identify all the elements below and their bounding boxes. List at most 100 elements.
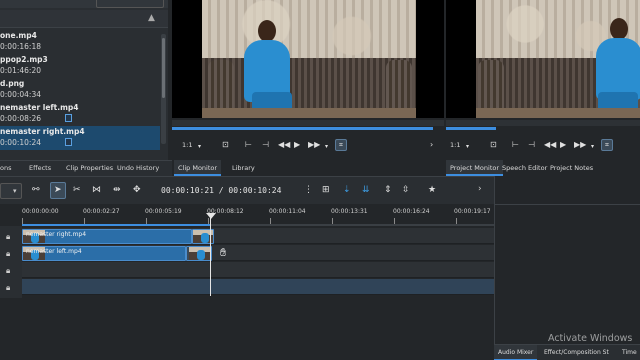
set-in-point-icon[interactable]: ⊢ (512, 140, 519, 150)
bin-search-field[interactable] (96, 0, 164, 8)
fast-forward-icon[interactable]: ▶▶ (574, 140, 586, 150)
lock-icon[interactable]: 🔒︎ (6, 266, 10, 276)
set-in-point-icon[interactable]: ⊢ (245, 140, 252, 150)
timeline-zone-bar[interactable] (22, 224, 210, 226)
chevron-down-icon[interactable]: ▾ (466, 142, 469, 152)
tab-speech-editor[interactable]: Speech Editor (498, 160, 551, 176)
lock-icon[interactable]: 🔒︎ (6, 249, 10, 259)
lock-icon[interactable]: 🔒︎ (6, 232, 10, 242)
timeline-clip-end-thumb[interactable] (186, 246, 212, 261)
tab-time-remap[interactable]: Time (618, 345, 640, 360)
bin-scrollbar-handle[interactable] (162, 38, 165, 98)
chevron-right-icon[interactable]: › (430, 140, 433, 150)
cursor-arrow-icon[interactable]: ➤ (54, 185, 62, 195)
clip-usage-icon (65, 138, 72, 146)
extract-icon[interactable]: ⇳ (402, 185, 410, 195)
bin-folder-header[interactable]: ▲ (0, 10, 168, 28)
chevron-right-icon[interactable]: › (478, 184, 482, 194)
tab-effects[interactable]: Effects (29, 164, 51, 172)
project-monitor-ruler[interactable] (446, 120, 640, 126)
slip-tool-icon[interactable]: ⇹ (113, 185, 121, 195)
timeline-menu-icon[interactable]: ⋮ (304, 185, 313, 195)
project-monitor-video[interactable] (476, 0, 640, 118)
ruler-label: 00:00:02:27 (83, 208, 120, 215)
favorite-star-icon[interactable]: ★ (428, 185, 436, 195)
chevron-down-icon[interactable]: ▾ (198, 142, 201, 152)
fit-frame-icon[interactable]: ⊡ (490, 140, 497, 150)
bin-item[interactable]: d.png 0:00:04:34 (0, 78, 160, 102)
razor-mode-icon[interactable]: ⚯ (32, 185, 40, 195)
ruler-label: 00:00:00:00 (22, 208, 59, 215)
tab-audio-mixer[interactable]: Audio Mixer (494, 345, 538, 360)
tab-clip-properties[interactable]: Clip Properties (66, 164, 113, 172)
tab-clip-monitor[interactable]: Clip Monitor (174, 160, 222, 176)
insert-clip-icon[interactable]: ⇣ (343, 185, 351, 195)
tab-library[interactable]: Library (228, 160, 259, 176)
tab-project-notes[interactable]: Project Notes (546, 160, 597, 176)
clip-label: nemaster right.mp4 (26, 231, 87, 238)
bin-item-name: nemaster right.mp4 (0, 127, 85, 136)
bin-item-name: d.png (0, 79, 25, 88)
track-a2-selected[interactable] (22, 279, 494, 295)
chevron-down-icon[interactable]: ▾ (325, 142, 328, 152)
tab-effect-composition-stack[interactable]: Effect/Composition St (540, 345, 613, 360)
clip-monitor-video[interactable] (202, 0, 416, 118)
track-a1[interactable] (22, 262, 494, 278)
zoom-select[interactable]: 1:1 (182, 141, 192, 149)
clip-monitor-controls: 1:1 ▾ ⊡ ⊢ ⊣ ◀◀ ▶ ▶▶ ▾ ⌗ › (172, 136, 444, 154)
ruler-label: 00:00:13:31 (331, 208, 368, 215)
lock-icon[interactable]: 🔒︎ (6, 283, 10, 293)
timeline-ruler[interactable]: 00:00:00:00 00:00:02:27 00:00:05:19 00:0… (22, 206, 494, 226)
clip-usage-icon (65, 114, 72, 122)
set-out-point-icon[interactable]: ⊣ (528, 140, 535, 150)
bin-item-name: nemaster left.mp4 (0, 103, 79, 112)
fit-frame-icon[interactable]: ⊡ (222, 140, 229, 150)
clip-monitor-tabs: Clip Monitor Library (172, 160, 444, 176)
bin-item[interactable]: nemaster left.mp4 0:00:08:26 (0, 102, 160, 126)
project-monitor-progress[interactable] (446, 127, 497, 130)
spacer-tool-icon[interactable]: ⋈ (92, 185, 101, 195)
razor-tool-icon[interactable]: ✂ (73, 185, 81, 195)
tab-transitions[interactable]: ons (0, 164, 11, 172)
overwrite-icon[interactable]: ⇊ (362, 185, 370, 195)
play-icon[interactable]: ▶ (294, 140, 300, 150)
fast-forward-icon[interactable]: ▶▶ (308, 140, 320, 150)
right-dock-tabs: Audio Mixer Effect/Composition St Time (494, 344, 640, 360)
playhead-handle[interactable] (206, 213, 216, 219)
right-dock-panel (494, 176, 640, 344)
chevron-down-icon[interactable]: ▾ (13, 187, 17, 195)
chevron-down-icon[interactable]: ▾ (591, 142, 594, 152)
timeline-playhead[interactable] (210, 218, 211, 296)
rewind-icon[interactable]: ◀◀ (278, 140, 290, 150)
project-monitor-tabs: Project Monitor Speech Editor Project No… (446, 160, 640, 176)
ruler-label: 00:00:05:19 (145, 208, 182, 215)
bin-item-selected[interactable]: nemaster right.mp4 0:00:10:24 (0, 126, 160, 150)
zoom-select[interactable]: 1:1 (450, 141, 460, 149)
timeline-toolbar: ▾ ⚯ ➤ ✂ ⋈ ⇹ ✥ 00:00:10:21 / 00:00:10:24 … (0, 176, 494, 204)
crop-icon[interactable]: ⌗ (335, 139, 347, 151)
timeline-timecode: 00:00:10:21 / 00:00:10:24 (161, 186, 282, 195)
tab-project-monitor[interactable]: Project Monitor (446, 160, 504, 176)
clip-monitor-ruler[interactable] (172, 120, 444, 126)
timeline-empty-area[interactable] (0, 298, 494, 360)
multicam-tool-icon[interactable]: ✥ (133, 185, 141, 195)
track-mode-dropdown[interactable]: ▾ (0, 183, 22, 199)
activate-windows-watermark: Activate Windows (548, 333, 633, 344)
bin-item[interactable]: one.mp4 0:00:16:18 (0, 30, 160, 54)
lift-icon[interactable]: ⇕ (384, 185, 392, 195)
collapse-arrow-icon[interactable]: ▲ (148, 13, 155, 23)
ruler-label: 00:00:19:17 (454, 208, 491, 215)
clip-label: nemaster left.mp4 (26, 248, 82, 255)
bin-item[interactable]: ppop2.mp3 0:01:46:20 (0, 54, 160, 78)
play-icon[interactable]: ▶ (560, 140, 566, 150)
bin-item-name: one.mp4 (0, 31, 37, 40)
fit-zoom-icon[interactable]: ⊞ (322, 185, 330, 195)
clip-monitor-progress[interactable] (172, 127, 434, 130)
timeline-clip[interactable]: nemaster left.mp4 (22, 246, 186, 261)
tab-undo-history[interactable]: Undo History (117, 164, 159, 172)
crop-icon[interactable]: ⌗ (601, 139, 613, 151)
rewind-icon[interactable]: ◀◀ (544, 140, 556, 150)
set-out-point-icon[interactable]: ⊣ (262, 140, 269, 150)
bin-item-name: ppop2.mp3 (0, 55, 48, 64)
timeline-clip[interactable]: nemaster right.mp4 (22, 229, 192, 244)
